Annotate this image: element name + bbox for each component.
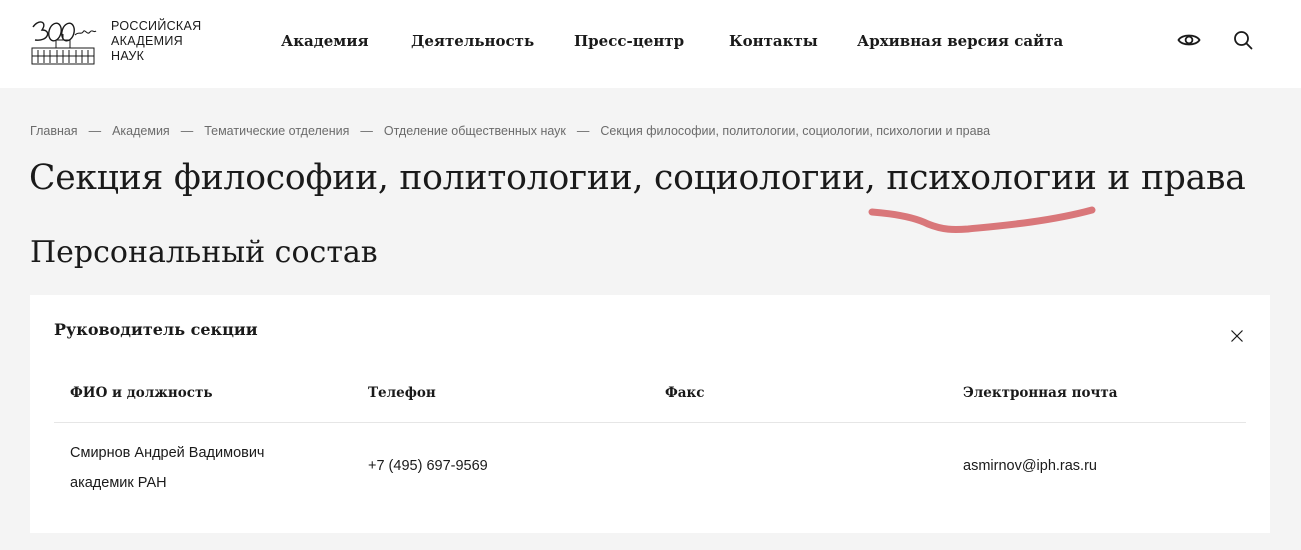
breadcrumb-separator: — [88,124,102,138]
phone-cell: +7 (495) 697-9569 [368,458,488,474]
breadcrumb-separator: — [576,124,590,138]
breadcrumb-item-thematic-divisions[interactable]: Тематические отделения [204,124,349,138]
logo-wordmark: РОССИЙСКАЯ АКАДЕМИЯ НАУК [111,19,201,64]
search-icon[interactable] [1231,28,1255,52]
breadcrumb-item-home[interactable]: Главная [30,124,78,138]
nav-item-activity[interactable]: Деятельность [411,31,534,51]
breadcrumb: Главная — Академия — Тематические отделения —… [30,124,990,138]
table-divider [54,422,1246,423]
person-cell: Смирнов Андрей Вадимович академик РАН [70,438,265,498]
column-header-email: Электронная почта [963,385,1118,401]
breadcrumb-item-social-sciences[interactable]: Отделение общественных наук [384,124,566,138]
breadcrumb-separator: — [180,124,194,138]
person-position: академик РАН [70,475,167,491]
logo-line: АКАДЕМИЯ [111,34,183,48]
nav-item-archive[interactable]: Архивная версия сайта [857,31,1063,51]
column-header-name: ФИО и должность [70,385,213,401]
eye-icon[interactable] [1177,28,1201,52]
column-header-phone: Телефон [368,385,436,401]
logo-line: РОССИЙСКАЯ [111,19,202,33]
section-head-card: Руководитель секции ФИО и должность Теле… [30,295,1270,533]
page-title: Секция философии, политологии, социологи… [29,158,1246,198]
annotation-underline [868,206,1096,233]
ras-logo[interactable]: РОССИЙСКАЯ АКАДЕМИЯ НАУК [30,18,230,70]
column-header-fax: Факс [665,385,705,401]
nav-item-press-center[interactable]: Пресс-центр [574,31,684,51]
section-title: Персональный состав [30,235,378,270]
nav-item-academy[interactable]: Академия [281,31,369,51]
site-header: РОССИЙСКАЯ АКАДЕМИЯ НАУК Академия Деятел… [0,0,1301,88]
close-icon[interactable] [1229,328,1245,344]
logo-emblem-icon [31,21,97,65]
email-link[interactable]: asmirnov@iph.ras.ru [963,451,1097,481]
nav-item-contacts[interactable]: Контакты [729,31,818,51]
logo-line: НАУК [111,49,145,63]
card-title: Руководитель секции [54,320,258,339]
breadcrumb-item-current: Секция философии, политологии, социологи… [600,124,991,138]
breadcrumb-item-academy[interactable]: Академия [112,124,170,138]
person-name: Смирнов Андрей Вадимович [70,445,265,461]
breadcrumb-separator: — [360,124,373,138]
